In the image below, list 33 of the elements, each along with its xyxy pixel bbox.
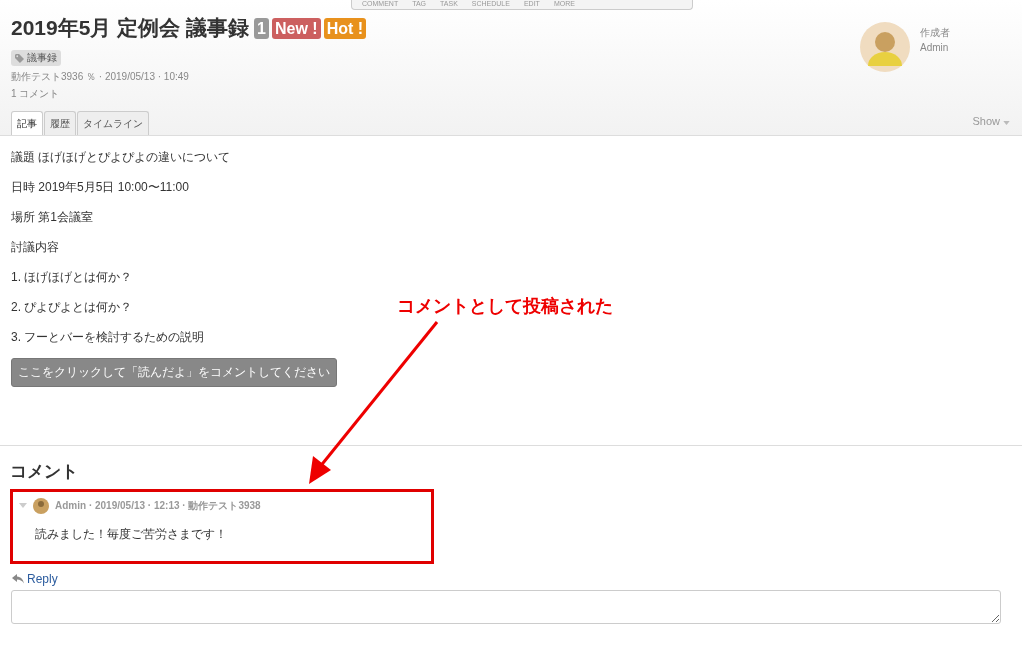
comment-count: 1 コメント	[11, 86, 61, 101]
tab[interactable]: 記事	[11, 110, 43, 135]
reply-field[interactable]	[11, 589, 1001, 624]
avatar-icon	[860, 22, 910, 72]
body-text: 討議内容	[11, 239, 59, 254]
comment-text: 読みました！毎度ご苦労さまです！	[35, 525, 228, 543]
body-text: 2. ぴよぴよとは何か？	[11, 299, 133, 314]
collapse-icon[interactable]	[19, 503, 27, 508]
reply-icon	[12, 573, 24, 584]
tab[interactable]: 履歴	[44, 110, 76, 135]
show-dropdown[interactable]: Show	[972, 114, 1010, 135]
tab[interactable]: タイムライン	[77, 110, 149, 135]
body-text: 3. フーとバーを検討するための説明	[11, 329, 205, 344]
hot-badge: Hot !	[323, 17, 367, 39]
body-text: 1. ほげほげとは何か？	[11, 269, 133, 284]
body-text: 場所 第1会議室	[11, 209, 93, 224]
annotation-text: コメントとして投稿された	[397, 295, 613, 318]
post-meta: 動作テスト3936 ％ · 2019/05/13 · 10:49	[11, 69, 190, 84]
tag-chip[interactable]: 議事録	[11, 50, 61, 66]
reply-link[interactable]: Reply	[27, 571, 58, 586]
author-label: 作成者	[920, 26, 951, 40]
section-heading: コメント	[10, 460, 79, 483]
body-text: 日時 2019年5月5日 10:00〜11:00	[11, 179, 189, 194]
comment-meta: Admin · 2019/05/13 · 12:13 · 動作テスト3938	[55, 498, 261, 513]
caret-icon	[1003, 120, 1010, 125]
read-button[interactable]: ここをクリックして「読んだよ」をコメントしてください	[11, 357, 337, 387]
count-badge: 1	[254, 17, 269, 39]
avatar-icon	[33, 497, 49, 514]
tag-icon	[15, 53, 24, 63]
page-title: 2019年5月 定例会 議事録	[11, 15, 250, 41]
author-name: Admin	[920, 42, 950, 53]
body-text: 議題 ほげほげとぴよぴよの違いについて	[11, 149, 231, 164]
new-badge: New !	[272, 17, 321, 39]
